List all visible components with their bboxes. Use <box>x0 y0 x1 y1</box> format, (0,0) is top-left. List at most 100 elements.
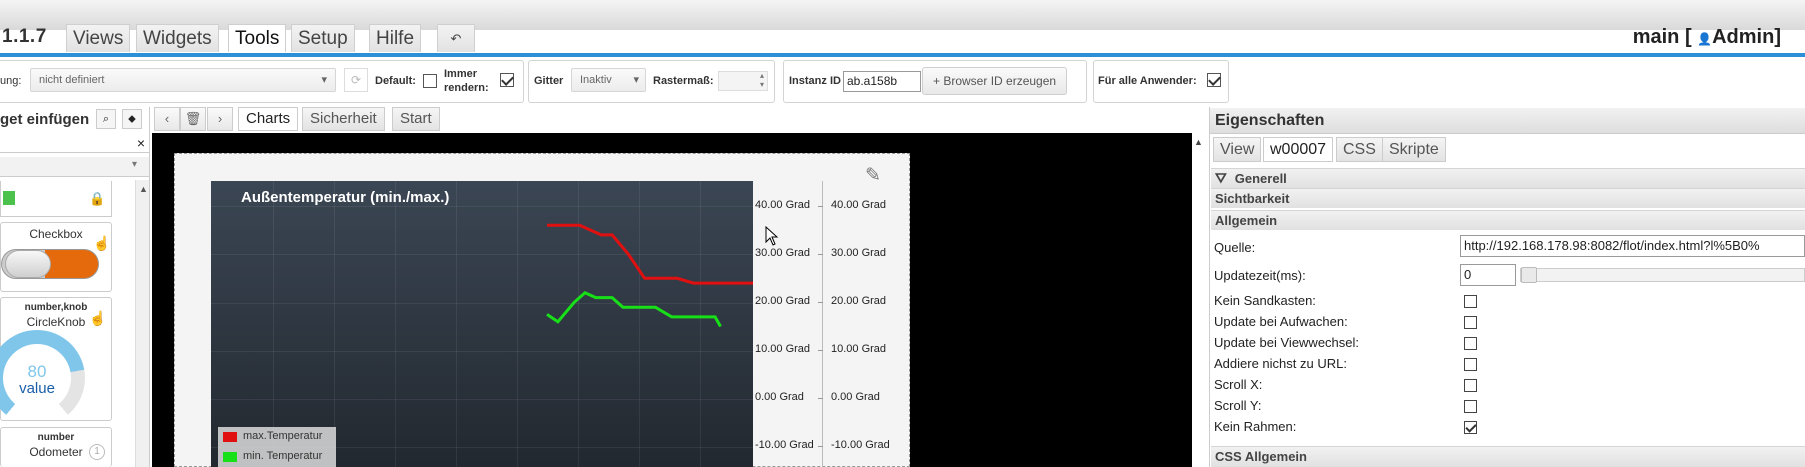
tab-view-start[interactable]: Start <box>392 107 440 131</box>
grid-label: Gitter <box>534 75 564 87</box>
user-icon: 👤 <box>1697 32 1713 46</box>
prop-checkbox[interactable] <box>1464 400 1477 413</box>
section-sichtbarkeit[interactable]: Sichtbarkeit <box>1211 188 1805 208</box>
edit-pencil-icon[interactable]: ✎ <box>865 164 881 187</box>
prop-checkbox-label: Kein Sandkasten: <box>1214 293 1316 308</box>
prop-tab-view[interactable]: View <box>1213 137 1262 162</box>
tab-widgets[interactable]: Widgets <box>136 24 219 52</box>
widget-tags: number <box>37 432 75 443</box>
hand-icon: ☝ <box>93 235 111 251</box>
raster-label: Rastermaß: <box>653 75 714 87</box>
section-generell-label: Generell <box>1234 171 1287 186</box>
lock-resolution-button[interactable]: ⟳ <box>344 68 368 92</box>
widget-card-prev[interactable]: 🔒 <box>0 181 112 217</box>
y-tick-mark <box>818 398 823 399</box>
prop-checkbox[interactable] <box>1464 421 1477 434</box>
prop-checkbox[interactable] <box>1464 316 1477 329</box>
y-tick-label-right: 0.00 Grad <box>831 391 880 403</box>
y-tick-label-left: 0.00 Grad <box>755 391 804 403</box>
refresh-icon: ⟳ <box>350 73 362 87</box>
chevron-right-icon: › <box>217 111 223 126</box>
tab-setup[interactable]: Setup <box>291 24 355 52</box>
close-icon[interactable]: × <box>137 135 145 151</box>
next-view-button[interactable]: › <box>207 107 233 131</box>
widget-card-circleknob[interactable]: number,knob CircleKnob ☝ 80 value <box>0 297 112 426</box>
info-icon: 1 <box>89 444 105 460</box>
update-slider[interactable] <box>1520 267 1805 283</box>
widget-preview <box>3 191 15 205</box>
prev-view-button[interactable]: ‹ <box>154 107 180 131</box>
lock-icon: 🔒 <box>89 191 106 206</box>
toggle-knob <box>5 250 51 278</box>
scroll-up-icon[interactable]: ▲ <box>1194 137 1203 147</box>
chevron-down-icon: ▾ <box>633 74 639 86</box>
set-select[interactable]: ▾ <box>0 157 149 177</box>
palette-scrollbar[interactable]: ▲ <box>135 180 149 467</box>
legend-swatch-min <box>223 452 237 462</box>
section-allgemein[interactable]: Allgemein <box>1211 210 1805 230</box>
section-generell[interactable]: ⛛ Generell <box>1211 168 1805 188</box>
widget-card-checkbox[interactable]: Checkbox ☝ <box>0 222 112 292</box>
tab-views[interactable]: Views <box>66 24 131 52</box>
browser-id-button[interactable]: + Browser ID erzeugen <box>922 67 1068 95</box>
prop-checkbox[interactable] <box>1464 337 1477 350</box>
prop-checkbox-label: Scroll Y: <box>1214 398 1262 413</box>
widget-card-odometer[interactable]: number Odometer 1 <box>0 427 112 467</box>
source-input[interactable]: http://192.168.178.98:8082/flot/index.ht… <box>1460 235 1805 257</box>
prop-checkbox[interactable] <box>1464 295 1477 308</box>
default-checkbox[interactable] <box>423 74 437 88</box>
chevron-down-icon: ▾ <box>131 159 137 170</box>
grid-value: Inaktiv <box>580 74 612 86</box>
user-label: main [ <box>1632 26 1698 48</box>
search-icon: ⌕ <box>102 113 110 125</box>
tab-hilfe[interactable]: Hilfe <box>369 24 422 52</box>
resolution-value: nicht definiert <box>39 74 105 86</box>
prop-checkbox[interactable] <box>1464 379 1477 392</box>
instance-label: Instanz ID <box>789 75 841 87</box>
filter-input[interactable]: × <box>0 135 149 153</box>
legend-label-max: max.Temperatur <box>243 430 323 442</box>
prop-checkbox-label: Update bei Viewwechsel: <box>1214 335 1360 350</box>
hand-icon: ☝ <box>89 310 107 326</box>
y-tick-label-right: 40.00 Grad <box>831 199 887 211</box>
slider-handle[interactable] <box>1521 267 1537 283</box>
prop-tab-widget[interactable]: w00007 <box>1263 137 1334 162</box>
knob-text: value <box>19 380 55 397</box>
series-line-1 <box>546 291 722 328</box>
y-tick-label-left: 20.00 Grad <box>755 295 811 307</box>
y-tick-mark <box>818 446 823 447</box>
delete-view-button[interactable]: 🗑 <box>180 107 206 131</box>
source-label: Quelle: <box>1214 240 1256 255</box>
raster-input[interactable]: ▴ ▾ <box>718 71 768 91</box>
always-render-label-1: Immer <box>444 68 478 80</box>
user-role: Admin] <box>1712 26 1781 48</box>
y-tick-label-right: 30.00 Grad <box>831 247 887 259</box>
tag-button[interactable]: ⬥ <box>122 109 142 129</box>
undo-icon: ↶ <box>450 31 462 46</box>
y-tick-label-right: 10.00 Grad <box>831 343 887 355</box>
scroll-up-icon: ▲ <box>139 184 148 194</box>
resolution-select[interactable]: nicht definiert ▾ <box>30 68 336 92</box>
prop-tab-css[interactable]: CSS <box>1336 137 1383 162</box>
prop-checkbox[interactable] <box>1464 358 1477 371</box>
grid-select[interactable]: Inaktiv ▾ <box>571 68 646 92</box>
plus-icon: + <box>933 74 944 88</box>
tab-view-sicherheit[interactable]: Sicherheit <box>302 107 385 131</box>
prop-tab-skripte[interactable]: Skripte <box>1382 137 1446 162</box>
tab-view-charts[interactable]: Charts <box>238 107 299 131</box>
prop-checkbox-label: Scroll X: <box>1214 377 1263 392</box>
tab-tools[interactable]: Tools <box>228 24 287 52</box>
y-tick-label-left: 30.00 Grad <box>755 247 811 259</box>
app-version: 1.1.7 <box>2 26 47 47</box>
y-tick-mark <box>818 254 823 255</box>
instance-input[interactable]: ab.a158b <box>843 71 921 92</box>
section-css-allgemein[interactable]: CSS Allgemein <box>1211 446 1805 467</box>
prop-checkbox-label: Addiere nichst zu URL: <box>1214 356 1347 371</box>
update-input[interactable]: 0 <box>1460 264 1516 286</box>
search-button[interactable]: ⌕ <box>96 109 116 129</box>
all-users-checkbox[interactable] <box>1207 73 1221 87</box>
filter-icon: ⛛ <box>1215 170 1227 186</box>
always-render-checkbox[interactable] <box>500 73 514 87</box>
prop-checkbox-label: Kein Rahmen: <box>1214 419 1297 434</box>
undo-button[interactable]: ↶ <box>437 24 475 52</box>
